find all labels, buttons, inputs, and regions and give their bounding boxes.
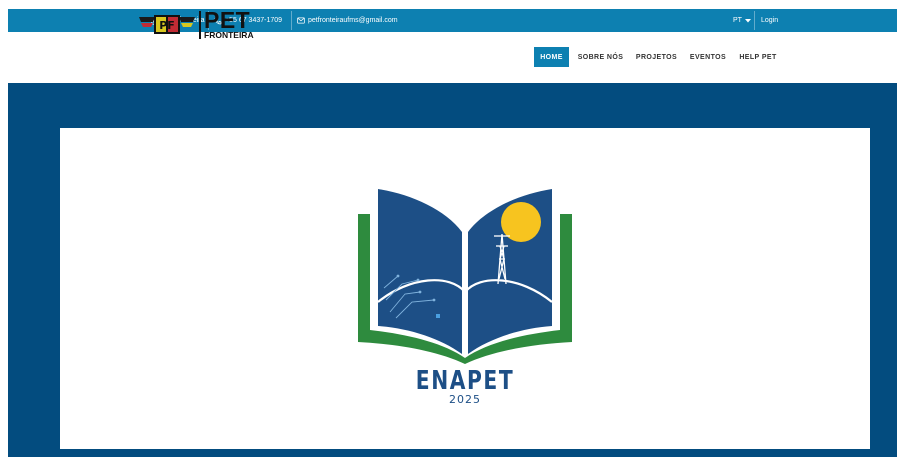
language-label: PT	[733, 17, 742, 24]
nav-projetos[interactable]: PROJETOS	[634, 47, 679, 67]
logo-badge: PF	[159, 19, 175, 32]
login-link[interactable]: Login	[761, 9, 778, 32]
language-dropdown[interactable]: PT	[733, 9, 751, 32]
email-address: petfronteiraufms@gmail.com	[308, 17, 398, 24]
pet-fronteira-logo[interactable]: PF PET FRONTEIRA	[139, 7, 259, 40]
login-label: Login	[761, 17, 779, 24]
banner-title: ENAPET	[415, 366, 515, 396]
pf-emblem-icon: PF	[139, 15, 195, 34]
divider	[754, 11, 755, 30]
email-icon	[297, 17, 305, 24]
logo-divider	[199, 11, 201, 39]
nav-sobre-nos[interactable]: SOBRE NÓS	[576, 47, 625, 67]
caret-down-icon	[744, 18, 751, 22]
banner-year: 2025	[449, 393, 481, 406]
enapet-book-logo	[358, 189, 572, 364]
nav-home[interactable]: HOME	[534, 47, 569, 67]
nav-eventos[interactable]: EVENTOS	[688, 47, 728, 67]
email-link[interactable]: petfronteiraufms@gmail.com	[297, 9, 398, 32]
nav-help-pet[interactable]: HELP PET	[737, 47, 779, 67]
banner-card[interactable]: ENAPET 2025	[60, 128, 870, 449]
divider	[291, 11, 292, 30]
logo-subtitle: FRONTEIRA	[204, 30, 254, 40]
